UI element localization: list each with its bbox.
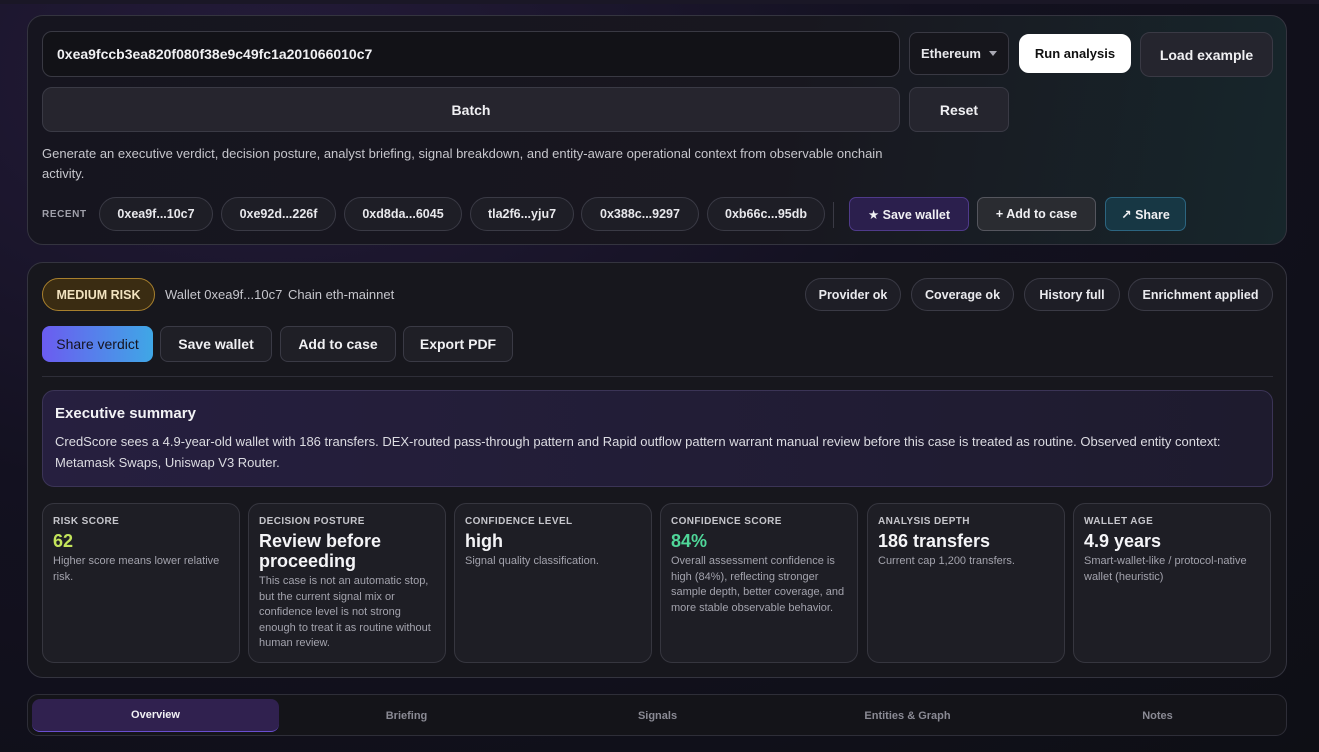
recent-label: RECENT — [42, 209, 87, 220]
summary-body: CredScore sees a 4.9-year-old wallet wit… — [55, 434, 1221, 470]
metric-card-analysis-depth: ANALYSIS DEPTH 186 transfers Current cap… — [867, 503, 1065, 663]
recent-wallet-chip[interactable]: 0x388c...9297 — [581, 197, 699, 231]
status-chip-history: History full — [1024, 278, 1120, 311]
wallet-meta: Wallet 0xea9f...10c7 — [165, 287, 283, 302]
card-note: Smart-wallet-like / protocol-native wall… — [1084, 555, 1247, 583]
recent-wallet-chip[interactable]: 0xe92d...226f — [221, 197, 336, 231]
card-value: 84% — [671, 531, 708, 551]
card-note: Higher score means lower relative risk. — [53, 555, 220, 583]
tab-briefing[interactable]: Briefing — [283, 699, 530, 732]
run-analysis-button[interactable]: Run analysis — [1019, 34, 1131, 73]
add-to-case-button[interactable]: Add to case — [280, 326, 396, 362]
divider — [833, 202, 834, 228]
card-value: 62 — [53, 531, 74, 551]
recent-wallet-chip[interactable]: 0xb66c...95db — [707, 197, 825, 231]
top-edge-bar — [0, 0, 1319, 4]
card-note: Current cap 1,200 transfers. — [878, 555, 1015, 567]
chain-select[interactable]: Ethereum — [909, 32, 1009, 75]
card-label: CONFIDENCE SCORE — [671, 516, 782, 527]
executive-summary: Executive summary CredScore sees a 4.9-y… — [42, 390, 1273, 487]
divider — [42, 376, 1273, 377]
card-value: Review before proceeding — [259, 531, 382, 571]
metric-card-risk-score: RISK SCORE 62 Higher score means lower r… — [42, 503, 240, 663]
risk-badge: MEDIUM RISK — [42, 278, 155, 311]
add-to-case-button[interactable]: + Add to case — [977, 197, 1096, 231]
search-panel: 0xea9fccb3ea820f080f38e9c49fc1a201066010… — [27, 15, 1287, 245]
summary-title: Executive summary — [55, 405, 196, 422]
tab-signals[interactable]: Signals — [534, 699, 781, 732]
chain-select-value: Ethereum — [921, 46, 981, 61]
card-label: ANALYSIS DEPTH — [878, 516, 970, 527]
card-label: RISK SCORE — [53, 516, 120, 527]
batch-button[interactable]: Batch — [42, 87, 900, 132]
metric-card-decision-posture: DECISION POSTURE Review before proceedin… — [248, 503, 446, 663]
status-chip-provider: Provider ok — [805, 278, 901, 311]
save-wallet-button[interactable]: ★ Save wallet — [849, 197, 969, 231]
share-verdict-button[interactable]: Share verdict — [42, 326, 153, 362]
save-wallet-button[interactable]: Save wallet — [160, 326, 272, 362]
result-tabs: Overview Briefing Signals Entities & Gra… — [27, 694, 1287, 736]
card-note: This case is not an automatic stop, but … — [259, 575, 431, 649]
chevron-down-icon — [988, 51, 997, 56]
card-value: high — [465, 531, 503, 551]
chain-meta: Chain eth-mainnet — [288, 287, 395, 302]
recent-wallet-chip[interactable]: 0xd8da...6045 — [344, 197, 462, 231]
export-pdf-button[interactable]: Export PDF — [403, 326, 513, 362]
reset-button[interactable]: Reset — [909, 87, 1009, 132]
metric-card-wallet-age: WALLET AGE 4.9 years Smart-wallet-like /… — [1073, 503, 1271, 663]
recent-wallet-chip[interactable]: tla2f6...yju7 — [470, 197, 574, 231]
card-value: 4.9 years — [1084, 531, 1162, 551]
status-chip-enrichment: Enrichment applied — [1128, 278, 1273, 311]
tab-overview[interactable]: Overview — [32, 699, 279, 732]
wallet-address-input[interactable]: 0xea9fccb3ea820f080f38e9c49fc1a201066010… — [42, 31, 900, 77]
result-panel: MEDIUM RISK Wallet 0xea9f...10c7 Chain e… — [27, 262, 1287, 678]
recent-wallet-chip[interactable]: 0xea9f...10c7 — [99, 197, 213, 231]
tab-entities-graph[interactable]: Entities & Graph — [784, 699, 1031, 732]
status-chip-coverage: Coverage ok — [911, 278, 1014, 311]
metric-card-confidence-score: CONFIDENCE SCORE 84% Overall assessment … — [660, 503, 858, 663]
card-label: WALLET AGE — [1084, 516, 1154, 527]
card-note: Overall assessment confidence is high (8… — [671, 555, 845, 614]
card-note: Signal quality classification. — [465, 555, 599, 567]
metric-card-confidence-level: CONFIDENCE LEVEL high Signal quality cla… — [454, 503, 652, 663]
card-value: 186 transfers — [878, 531, 991, 551]
tool-description: Generate an executive verdict, decision … — [42, 146, 883, 181]
load-example-button[interactable]: Load example — [1140, 32, 1273, 77]
share-button[interactable]: ↗ Share — [1105, 197, 1186, 231]
card-label: DECISION POSTURE — [259, 516, 365, 527]
tab-notes[interactable]: Notes — [1034, 699, 1281, 732]
card-label: CONFIDENCE LEVEL — [465, 516, 573, 527]
